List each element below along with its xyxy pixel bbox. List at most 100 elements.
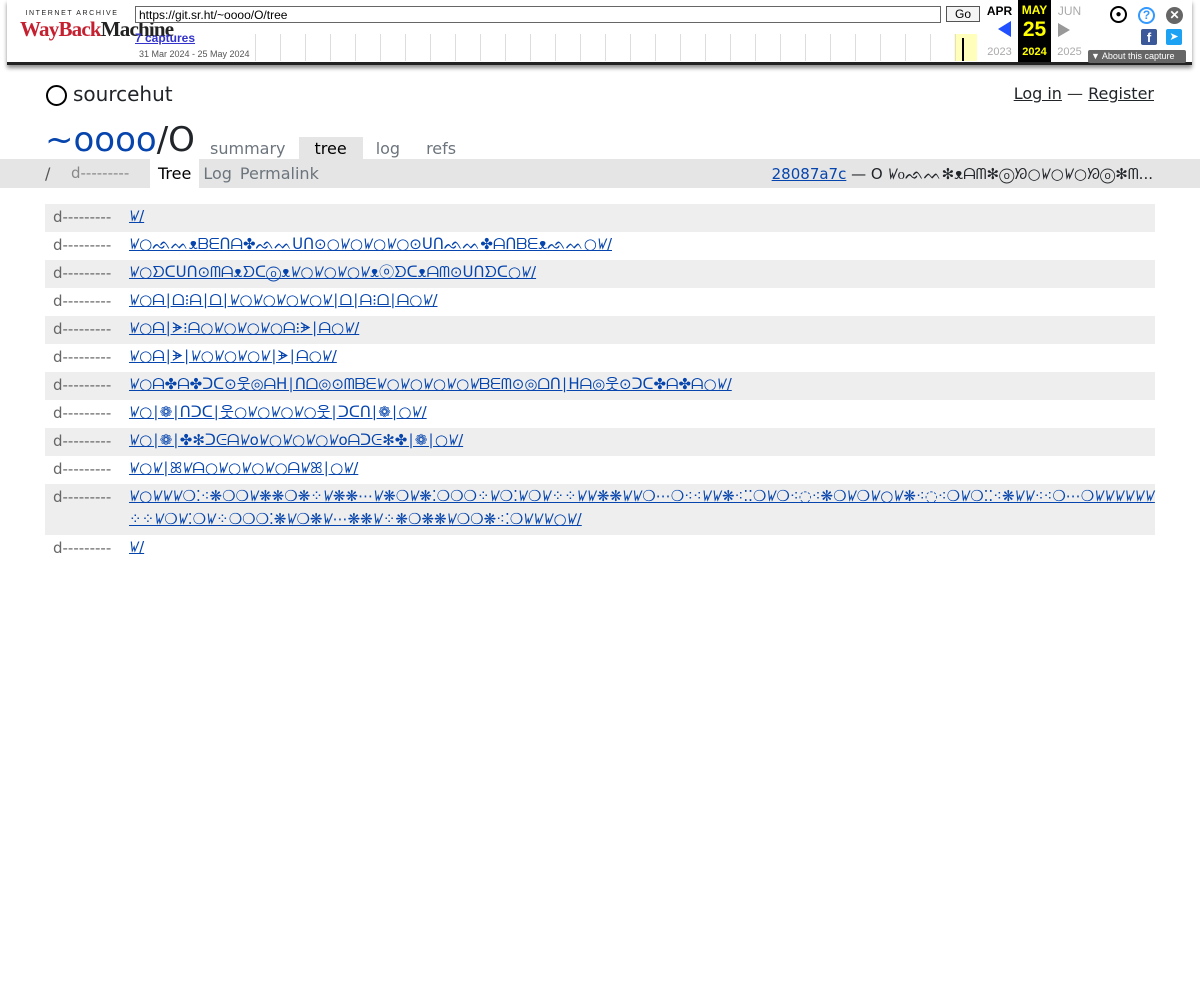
tree-row: d--------- ꤿ○∣❁∣✤✻ᑐᕮᗩꤿoꤿ○ꤿ○ꤿ○ꤿoᗩᑐᕮ✻✤∣❁∣○ꤿ… (45, 428, 1155, 456)
sparkline-month-divider (530, 34, 531, 61)
sparkline-month-divider (880, 34, 881, 61)
latest-commit: 28087a7c — O ꤿ᧐ᨒᨓ✻ᴥᗩᗰ✻ⓞᘞ○ꤿ○ꤿ○ᘞⓞ✻ᗰ... (772, 164, 1153, 184)
month-next: JUN (1057, 4, 1082, 18)
tree-subnav: / d--------- Tree Log Permalink 28087a7c… (0, 159, 1200, 188)
entry-name-link[interactable]: ꤿ○ᗤᑕᑌᑎ⊙ᗰᗩᴥᗤᑕⓞᴥꤿ○ꤿ○ꤿ○ꤿᴥⓞᗤᑕᴥᗩᗰ⊙ᑌᑎᗤᑕ○ꤿ/ (129, 257, 1155, 288)
entry-mode: d--------- (53, 348, 112, 366)
user-icon[interactable]: ● (1110, 6, 1127, 23)
entry-mode: d--------- (53, 264, 112, 282)
month-current: MAY (1021, 3, 1048, 17)
sparkline-current-month (954, 34, 977, 61)
tree-row: d--------- ꤿ○ᗩ✤ᗩ✤ᑐᑕ⊙웃◎ᗩᕼ∣ᑎᗝ◎⊙ᗰᗷᗴꤿ○ꤿ○ꤿ○ꤿ○ꤿ… (45, 372, 1155, 400)
path-permissions: d--------- (71, 164, 130, 182)
sparkline-month-divider (655, 34, 656, 61)
tab-summary[interactable]: summary (197, 137, 299, 161)
tree-row: d--------- ꤿ/ (45, 204, 1155, 232)
sparkline-month-divider (255, 34, 256, 61)
sparkline-month-divider (380, 34, 381, 61)
repo-owner-link[interactable]: ~oooo (45, 120, 157, 160)
sparkline-month-divider (355, 34, 356, 61)
entry-name-link[interactable]: ꤿ/ (129, 532, 1155, 563)
sparkline-month-divider (680, 34, 681, 61)
auth-separator: — (1067, 84, 1084, 103)
wayback-captures-link[interactable]: 7 captures (135, 31, 195, 45)
sparkline-month-divider (555, 34, 556, 61)
sparkline-month-divider (780, 34, 781, 61)
entry-mode: d--------- (53, 236, 112, 254)
prev-capture-arrow-icon[interactable] (998, 21, 1011, 37)
sparkline-month-divider (455, 34, 456, 61)
wayback-go-button[interactable]: Go (946, 6, 980, 22)
day-current: 25 (1022, 18, 1047, 41)
register-link[interactable]: Register (1088, 84, 1154, 103)
entry-name-link[interactable]: ꤿ○ᗩ∣ᗝ⁝ᗩ∣ᗝ∣ꤿ○ꤿ○ꤿ○ꤿ○ꤿ∣ᗝ∣ᗩ⁝ᗝ∣ᗩ○ꤿ/ (129, 285, 1155, 316)
tab-refs[interactable]: refs (413, 137, 469, 161)
brand-name: sourcehut (73, 82, 173, 106)
entry-name-link[interactable]: ꤿ○ꤿ∣ꕤꤿᗩ○ꤿ○ꤿ○ꤿ○ᗩꤿꕤ∣○ꤿ/ (129, 453, 1155, 484)
entry-mode: d--------- (53, 208, 112, 226)
sparkline-month-divider (430, 34, 431, 61)
entry-name-link[interactable]: ꤿ○ꤿꤿꤿ❍⁚⁖❋❍❍ꤿ❋❋❍❋⁘ꤿ❋❋⋯ꤿ❋❍ꤿ❋⁚❍❍❍⁘ꤿ❍⁚ꤿ❍ꤿ⁘⁘ꤿ… (129, 481, 1155, 535)
entry-mode: d--------- (53, 539, 112, 557)
entry-mode: d--------- (53, 404, 112, 422)
twitter-icon[interactable]: ➤ (1166, 29, 1182, 45)
wayback-toolbar: INTERNET ARCHIVE WayBackMachine Go 7 cap… (7, 0, 1192, 65)
next-capture-arrow-icon (1058, 23, 1070, 37)
sparkline-month-divider (580, 34, 581, 61)
tree-row: d--------- ꤿ○ᨒᨓᴥᗷᗴᑎᗩ✤ᨒᨓᑌᑎ⊙○ꤿ○ꤿ○ꤿ○⊙ᑌᑎᨒᨓ✤ᗩᑎ… (45, 232, 1155, 260)
entry-mode: d--------- (53, 488, 112, 506)
tab-log[interactable]: log (363, 137, 413, 161)
subtab-log[interactable]: Log (199, 159, 236, 188)
entry-name-link[interactable]: ꤿ○ᨒᨓᴥᗷᗴᑎᗩ✤ᨒᨓᑌᑎ⊙○ꤿ○ꤿ○ꤿ○⊙ᑌᑎᨒᨓ✤ᗩᑎᗷᗴᴥᨒᨓ○ꤿ/ (129, 229, 1155, 260)
sparkline-month-divider (955, 34, 956, 61)
repo-name: O (168, 120, 195, 160)
tree-row: d--------- ꤿ○ᗩ∣ᗝ⁝ᗩ∣ᗝ∣ꤿ○ꤿ○ꤿ○ꤿ○ꤿ∣ᗝ∣ᗩ⁝ᗝ∣ᗩ○ꤿ/ (45, 288, 1155, 316)
entry-name-link[interactable]: ꤿ○ᗩ✤ᗩ✤ᑐᑕ⊙웃◎ᗩᕼ∣ᑎᗝ◎⊙ᗰᗷᗴꤿ○ꤿ○ꤿ○ꤿ○ꤿᗷᗴᗰ⊙◎ᗝᑎ∣ᕼᗩ… (129, 369, 1155, 400)
sparkline-month-divider (730, 34, 731, 61)
commit-message: — O ꤿ᧐ᨒᨓ✻ᴥᗩᗰ✻ⓞᘞ○ꤿ○ꤿ○ᘞⓞ✻ᗰ... (851, 165, 1153, 183)
tree-row: d--------- ꤿ○ᗩ∣ᗘ∣ꤿ○ꤿ○ꤿ○ꤿ∣ᗘ∣ᗩ○ꤿ/ (45, 344, 1155, 372)
sparkline-month-divider (330, 34, 331, 61)
entry-mode: d--------- (53, 320, 112, 338)
facebook-icon[interactable]: f (1141, 29, 1157, 45)
tab-tree[interactable]: tree (298, 137, 363, 161)
sparkline-month-divider (855, 34, 856, 61)
sparkline-month-divider (630, 34, 631, 61)
sourcehut-logo-icon (46, 84, 67, 106)
wayback-capture-range: 31 Mar 2024 - 25 May 2024 (139, 49, 250, 59)
commit-hash-link[interactable]: 28087a7c (772, 165, 847, 183)
entry-name-link[interactable]: ꤿ/ (129, 201, 1155, 232)
tree-row: d--------- ꤿ○∣❁∣ᑎᑐᑕ∣웃○ꤿ○ꤿ○ꤿ○웃∣ᑐᑕᑎ∣❁∣○ꤿ/ (45, 400, 1155, 428)
year-current: 2024 (1022, 46, 1047, 58)
subnav-tabs: Tree Log Permalink (150, 159, 323, 188)
wayback-sparkline[interactable] (255, 34, 982, 61)
sparkline-month-divider (705, 34, 706, 61)
tree-row: d--------- ꤿ○ᗤᑕᑌᑎ⊙ᗰᗩᴥᗤᑕⓞᴥꤿ○ꤿ○ꤿ○ꤿᴥⓞᗤᑕᴥᗩᗰ⊙ᑌ… (45, 260, 1155, 288)
close-icon[interactable]: ✕ (1166, 7, 1183, 24)
repo-slash: / (156, 120, 169, 160)
about-capture-button[interactable]: ▼ About this capture (1088, 50, 1186, 63)
login-link[interactable]: Log in (1014, 84, 1062, 103)
repo-title: ~oooo/O (45, 120, 195, 160)
entry-name-link[interactable]: ꤿ○ᗩ∣ᗘ∣ꤿ○ꤿ○ꤿ○ꤿ∣ᗘ∣ᗩ○ꤿ/ (129, 341, 1155, 372)
help-icon[interactable]: ? (1138, 7, 1155, 24)
sparkline-capture-bar[interactable] (962, 38, 964, 61)
brand[interactable]: sourcehut (46, 82, 173, 106)
sparkline-month-divider (405, 34, 406, 61)
sparkline-month-divider (905, 34, 906, 61)
wayback-url-input[interactable] (135, 6, 941, 23)
entry-name-link[interactable]: ꤿ○∣❁∣ᑎᑐᑕ∣웃○ꤿ○ꤿ○ꤿ○웃∣ᑐᑕᑎ∣❁∣○ꤿ/ (129, 397, 1155, 428)
path-root-link[interactable]: / (45, 164, 50, 183)
wayback-logo[interactable]: INTERNET ARCHIVE WayBackMachine (20, 10, 174, 41)
subtab-tree[interactable]: Tree (150, 159, 200, 188)
entry-mode: d--------- (53, 376, 112, 394)
repo-tabs: summary tree log refs (197, 137, 469, 161)
month-prev[interactable]: APR (983, 4, 1016, 18)
entry-name-link[interactable]: ꤿ○ᗩ∣ᗘ⁝ᗩ○ꤿ○ꤿ○ꤿ○ᗩ⁝ᗘ∣ᗩ○ꤿ/ (129, 313, 1155, 344)
year-prev: 2023 (987, 46, 1012, 58)
entry-name-link[interactable]: ꤿ○∣❁∣✤✻ᑐᕮᗩꤿoꤿ○ꤿ○ꤿ○ꤿoᗩᑐᕮ✻✤∣❁∣○ꤿ/ (129, 425, 1155, 456)
sparkline-month-divider (305, 34, 306, 61)
sparkline-month-divider (605, 34, 606, 61)
subtab-permalink[interactable]: Permalink (236, 159, 323, 188)
sparkline-month-divider (480, 34, 481, 61)
